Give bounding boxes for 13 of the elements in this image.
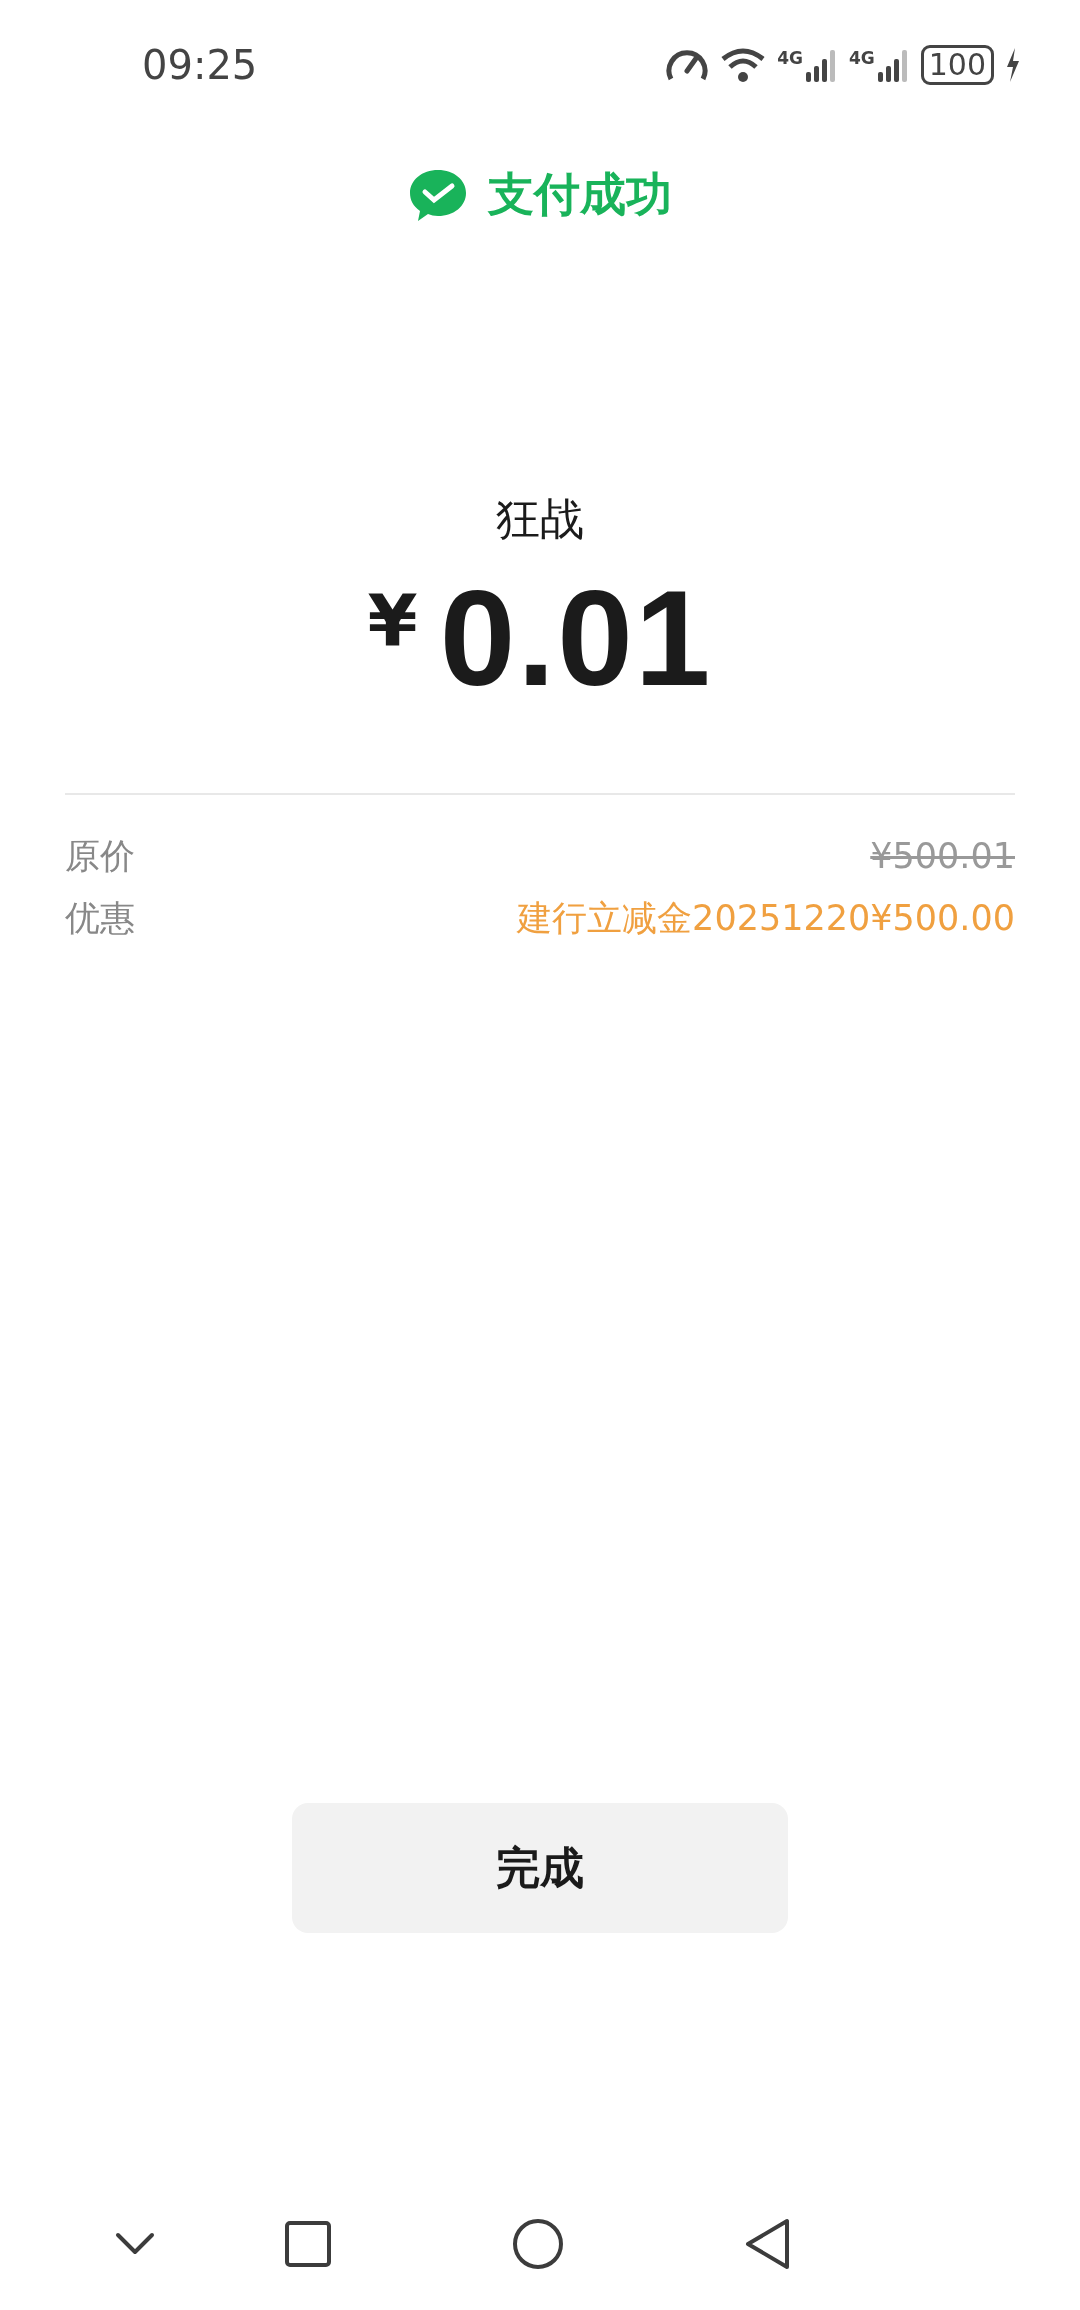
done-button[interactable]: 完成 — [292, 1803, 788, 1933]
battery-level: 100 — [920, 45, 994, 85]
detail-label: 原价 — [65, 835, 135, 878]
detail-label: 优惠 — [65, 897, 135, 940]
currency-sign: ¥ — [367, 579, 418, 663]
network-type-label: 4G — [848, 48, 875, 68]
status-title: 支付成功 — [488, 166, 672, 223]
detail-value: ¥500.01 — [870, 835, 1015, 878]
amount: 0.01 — [439, 563, 713, 713]
detail-value: 建行立减金20251220¥500.00 — [517, 897, 1015, 940]
clock: 09:25 — [142, 42, 259, 88]
network-type-label: 4G — [777, 48, 803, 68]
merchant-name: 狂战 — [496, 492, 584, 546]
